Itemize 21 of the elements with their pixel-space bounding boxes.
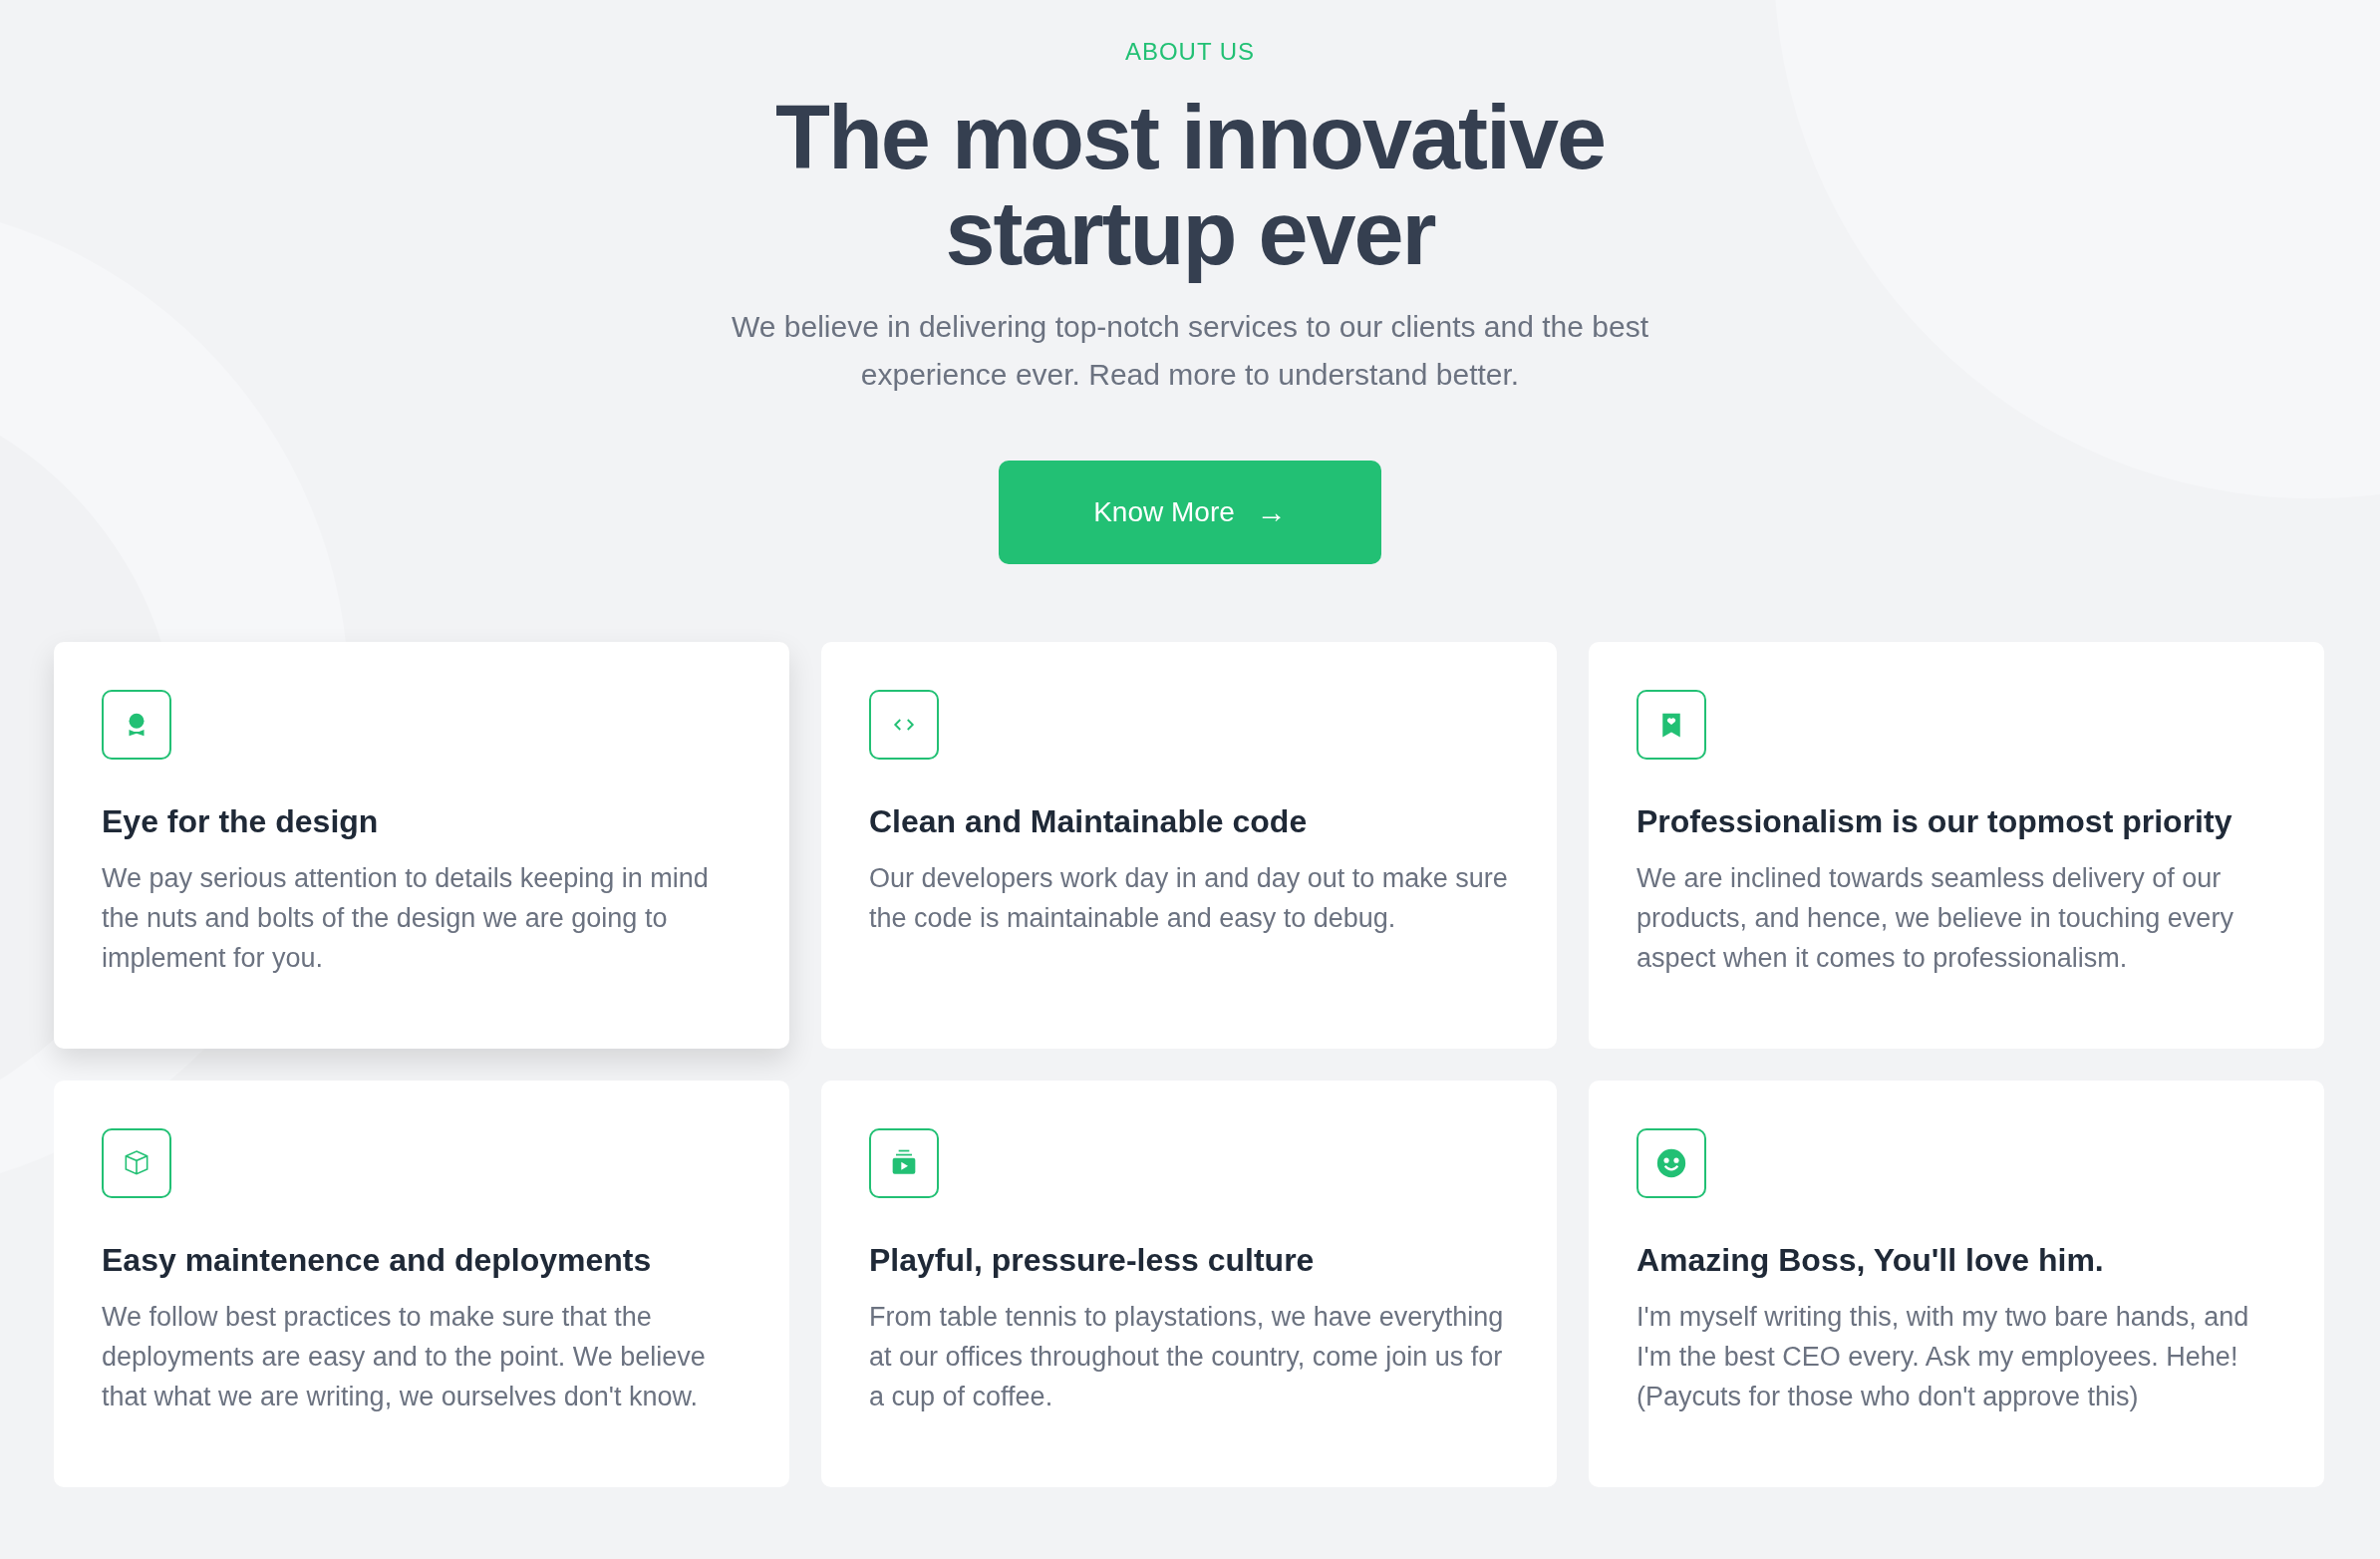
card-title: Easy maintenence and deployments <box>102 1242 653 1279</box>
card-title: Professionalism is our topmost priority <box>1636 803 2233 840</box>
card-text: From table tennis to playstations, we have everything at our offices throughout the country, come join us for a cup of coffee. <box>869 1301 1505 1413</box>
know-more-button[interactable]: Know More → <box>999 461 1381 564</box>
card-text: We follow best practices to make sure that the deployments are easy and to the point. We believe that what we are writing, we ourselves don't know. <box>102 1301 707 1413</box>
section-label: ABOUT US <box>1124 38 1256 66</box>
headline: The most innovative startup ever <box>773 90 1607 281</box>
cube-icon <box>102 1128 171 1198</box>
play-stack-icon <box>869 1128 939 1198</box>
card-text: I'm myself writing this, with my two bare hands, and I'm the best CEO every. Ask my employees. Hehe! (Paycuts for those who don't approve this) <box>1636 1301 2250 1413</box>
card-title: Clean and Maintainable code <box>869 803 1309 840</box>
smiley-icon <box>1636 1128 1706 1198</box>
card-text: Our developers work day in and day out to make sure the code is maintainable and easy to debug. <box>869 862 1509 935</box>
card-title: Playful, pressure-less culture <box>869 1242 1316 1279</box>
card-text: We are inclined towards seamless delivery of our products, and hence, we believe in touching every aspect when it comes to professionalism. <box>1636 862 2234 975</box>
card-title: Amazing Boss, You'll love him. <box>1636 1242 2105 1279</box>
award-icon <box>102 690 171 760</box>
card-title: Eye for the design <box>102 803 380 840</box>
code-icon <box>869 690 939 760</box>
card-text: We pay serious attention to details keeping in mind the nuts and bolts of the design we are going to implement for you. <box>102 862 710 975</box>
subtitle: We believe in delivering top-notch services to our clients and the best experience ever. Read more to understand better. <box>731 309 1649 393</box>
